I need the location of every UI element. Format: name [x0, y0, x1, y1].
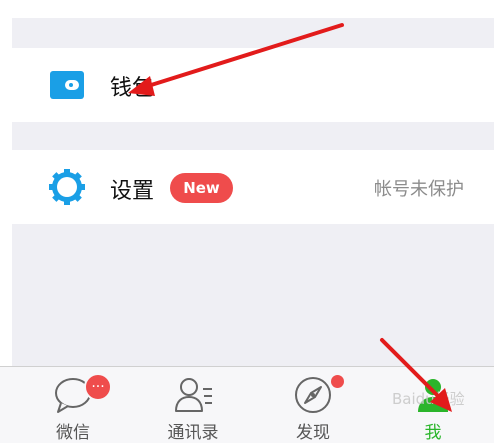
wallet-row[interactable] [12, 48, 494, 122]
unread-badge: ··· [84, 373, 112, 401]
tab-contacts[interactable]: 通讯录 [143, 367, 243, 443]
empty-area [12, 224, 494, 366]
section-spacer [12, 122, 494, 150]
tab-chats-label: 微信 [56, 423, 90, 443]
new-badge: New [170, 173, 233, 203]
discover-dot-badge [331, 375, 344, 388]
contacts-icon [175, 378, 212, 412]
top-spacer [12, 18, 494, 48]
tab-contacts-label: 通讯录 [167, 423, 219, 443]
tab-chats[interactable]: ··· 微信 [23, 367, 123, 443]
tab-me-label: 我 [424, 423, 442, 443]
watermark: Baidu经验 [392, 390, 465, 408]
wallet-label: 钱包 [110, 76, 155, 101]
wallet-icon [50, 71, 84, 99]
compass-icon [295, 377, 331, 413]
settings-label: 设置 [110, 179, 155, 204]
account-status-text: 帐号未保护 [374, 179, 464, 200]
tab-discover-label: 发现 [296, 423, 330, 443]
gear-icon [49, 169, 85, 205]
tab-discover[interactable]: 发现 [263, 367, 363, 443]
